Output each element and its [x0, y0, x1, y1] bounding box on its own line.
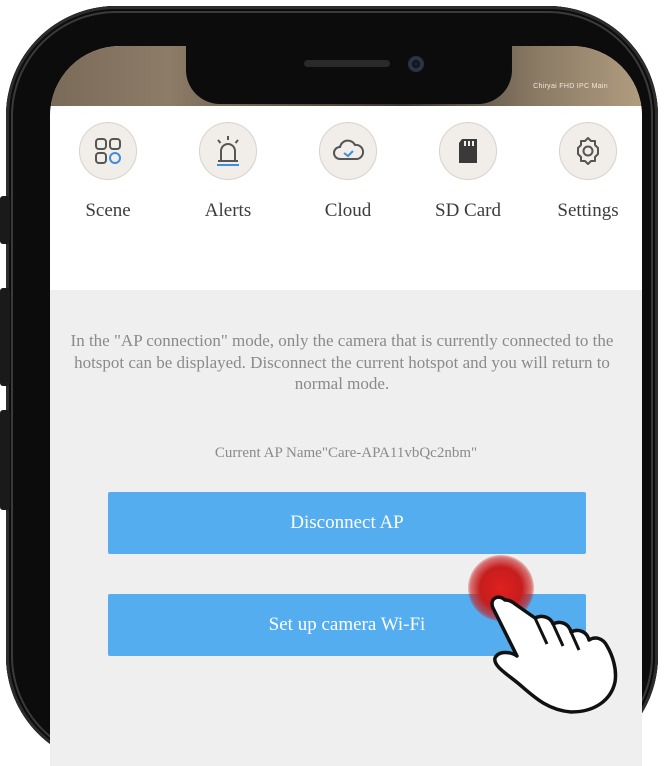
toolbar-item-settings[interactable]: Settings	[538, 122, 638, 222]
phone-notch	[186, 46, 512, 104]
gear-icon	[559, 122, 617, 180]
cloud-icon	[319, 122, 377, 180]
toolbar-item-scene[interactable]: Scene	[58, 122, 158, 222]
status-bar-text: Chiryai FHD IPC Main	[533, 83, 608, 90]
current-ap-name: Current AP Name"Care-APA11vbQc2nbm"	[214, 445, 478, 461]
toolbar-item-sd-card[interactable]: SD Card	[418, 122, 518, 222]
toolbar-item-alerts[interactable]: Alerts	[178, 122, 278, 222]
toolbar-item-cloud[interactable]: Cloud	[298, 122, 398, 222]
scene-icon	[79, 122, 137, 180]
toolbar-label: SD Card	[435, 200, 501, 221]
toolbar-label: Alerts	[204, 200, 252, 221]
phone-side-button	[0, 196, 10, 244]
alarm-light-icon	[199, 122, 257, 180]
pointing-hand-icon	[490, 595, 618, 714]
feature-toolbar: Scene Alerts Cloud SD Card Settings	[50, 106, 642, 290]
toolbar-label: Scene	[85, 200, 131, 221]
phone-side-button	[0, 288, 10, 386]
front-camera	[408, 56, 424, 72]
toolbar-label: Cloud	[324, 200, 372, 221]
disconnect-ap-button[interactable]: Disconnect AP	[108, 492, 586, 554]
toolbar-label: Settings	[557, 200, 619, 221]
ap-mode-message: In the "AP connection" mode, only the ca…	[70, 331, 614, 393]
sd-card-icon	[439, 122, 497, 180]
phone-side-button	[0, 410, 10, 510]
speaker-grille	[304, 60, 390, 67]
